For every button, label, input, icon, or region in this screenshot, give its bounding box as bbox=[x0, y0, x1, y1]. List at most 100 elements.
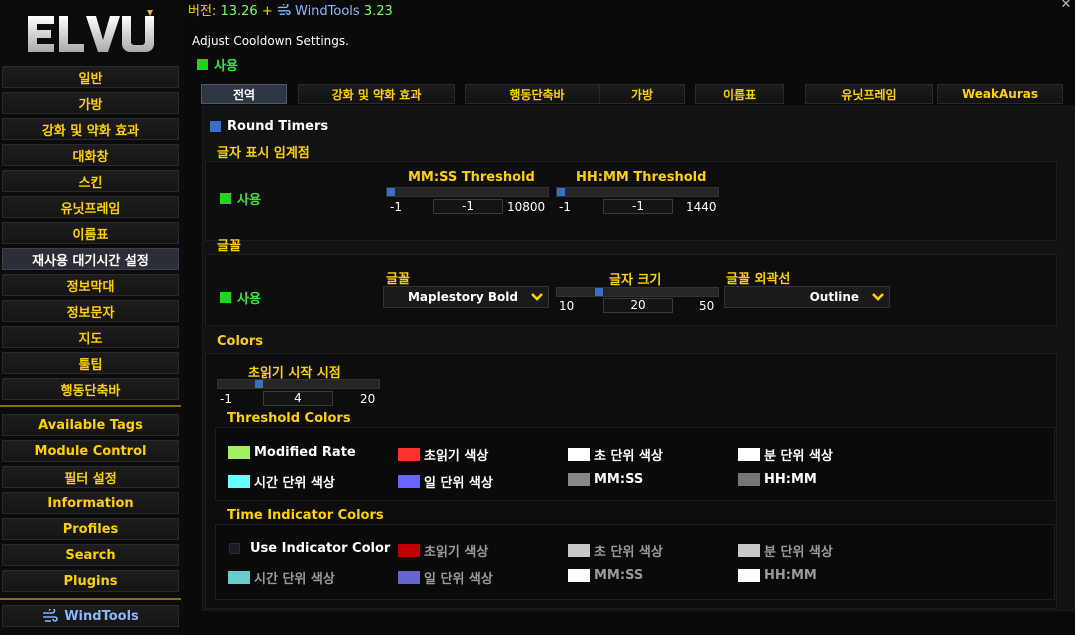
checkbox-checked-icon bbox=[197, 59, 208, 70]
colors-section-title: Colors bbox=[217, 334, 264, 349]
color-swatch[interactable] bbox=[398, 571, 420, 584]
slider-thumb[interactable] bbox=[557, 188, 565, 196]
expire-threshold-input[interactable]: 4 bbox=[263, 391, 333, 406]
color-swatch[interactable] bbox=[228, 571, 250, 584]
tab[interactable]: WeakAuras bbox=[937, 84, 1063, 104]
sidebar-item[interactable]: 유닛프레임 bbox=[2, 196, 179, 218]
color-swatch[interactable] bbox=[568, 448, 590, 461]
sidebar-item-label: 정보문자 bbox=[66, 305, 115, 321]
slider-min: -1 bbox=[559, 200, 571, 214]
threshold-colors-title: Threshold Colors bbox=[227, 411, 351, 426]
sidebar-item[interactable]: 일반 bbox=[2, 66, 179, 88]
sidebar-item[interactable]: 정보문자 bbox=[2, 300, 179, 322]
sidebar-item[interactable]: 정보막대 bbox=[2, 274, 179, 296]
tab[interactable]: 이름표 bbox=[695, 84, 784, 104]
checkbox-label: 사용 bbox=[237, 193, 261, 208]
sidebar-item[interactable]: 강화 및 약화 효과 bbox=[2, 118, 179, 140]
color-swatch-row[interactable]: HH:MM bbox=[738, 568, 817, 583]
font-enable-checkbox[interactable]: 사용 bbox=[220, 288, 261, 307]
sidebar-item-label: 강화 및 약화 효과 bbox=[41, 123, 140, 139]
mmss-threshold-input[interactable]: -1 bbox=[433, 199, 503, 214]
sidebar-item-label: 지도 bbox=[78, 331, 103, 347]
use-indicator-color-checkbox[interactable]: Use Indicator Color bbox=[229, 541, 390, 556]
slider-max: 50 bbox=[699, 299, 715, 313]
color-swatch[interactable] bbox=[738, 569, 760, 582]
color-swatch-row[interactable]: 초 단위 색상 bbox=[568, 445, 663, 464]
global-enable-checkbox[interactable]: 사용 bbox=[197, 55, 238, 74]
sidebar-item[interactable]: 지도 bbox=[2, 326, 179, 348]
color-swatch-row[interactable]: 일 단위 색상 bbox=[398, 568, 493, 587]
close-icon[interactable]: ✕ bbox=[1059, 0, 1073, 12]
sidebar-item-label: 유닛프레임 bbox=[60, 201, 121, 217]
sidebar-item[interactable]: 가방 bbox=[2, 92, 179, 114]
chevron-down-icon bbox=[872, 293, 884, 301]
color-swatch-row[interactable]: Modified Rate bbox=[228, 445, 356, 460]
slider-min: -1 bbox=[390, 200, 402, 214]
font-size-slider[interactable] bbox=[556, 287, 719, 297]
font-outline-dropdown[interactable]: Outline bbox=[724, 286, 890, 308]
color-swatch-row[interactable]: MM:SS bbox=[568, 472, 643, 487]
tab-label: 강화 및 약화 효과 bbox=[331, 87, 422, 102]
slider-min: 10 bbox=[559, 299, 575, 313]
sidebar-item[interactable]: Available Tags bbox=[2, 414, 179, 436]
sidebar-item[interactable]: 행동단축바 bbox=[2, 378, 179, 400]
hhmm-threshold-input[interactable]: -1 bbox=[603, 199, 673, 214]
color-swatch-row[interactable]: 일 단위 색상 bbox=[398, 472, 493, 491]
elvui-version: 13.26 bbox=[220, 4, 258, 19]
tab[interactable]: 유닛프레임 bbox=[805, 84, 933, 104]
color-swatch-label: 분 단위 색상 bbox=[764, 545, 833, 560]
sidebar-item[interactable]: 이름표 bbox=[2, 222, 179, 244]
color-swatch-row[interactable]: MM:SS bbox=[568, 568, 643, 583]
color-swatch[interactable] bbox=[738, 473, 760, 486]
sidebar-item[interactable]: Plugins bbox=[2, 570, 179, 592]
slider-thumb[interactable] bbox=[255, 380, 263, 388]
slider-thumb[interactable] bbox=[595, 288, 603, 296]
sidebar-item-windtools[interactable]: WindTools bbox=[2, 605, 179, 627]
slider-max: 10800 bbox=[507, 200, 546, 214]
color-swatch-row[interactable]: 초읽기 색상 bbox=[398, 541, 488, 560]
sidebar-item[interactable]: 재사용 대기시간 설정 bbox=[2, 248, 179, 270]
sidebar-item[interactable]: Profiles bbox=[2, 518, 179, 540]
tab[interactable]: 가방 bbox=[599, 84, 685, 104]
sidebar-item[interactable]: 대화창 bbox=[2, 144, 179, 166]
hhmm-threshold-slider[interactable] bbox=[556, 187, 719, 197]
color-swatch-row[interactable]: 분 단위 색상 bbox=[738, 541, 833, 560]
sidebar-item[interactable]: 툴팁 bbox=[2, 352, 179, 374]
color-swatch[interactable] bbox=[738, 544, 760, 557]
color-swatch[interactable] bbox=[568, 544, 590, 557]
color-swatch-row[interactable]: 초읽기 색상 bbox=[398, 445, 488, 464]
tab[interactable]: 행동단축바 bbox=[465, 84, 609, 104]
font-size-input[interactable]: 20 bbox=[603, 298, 673, 313]
slider-max: 20 bbox=[360, 392, 376, 406]
elvui-logo bbox=[28, 10, 154, 52]
round-timers-checkbox[interactable]: Round Timers bbox=[210, 119, 328, 134]
sidebar-item[interactable]: Information bbox=[2, 492, 179, 514]
sidebar-item[interactable]: 스킨 bbox=[2, 170, 179, 192]
color-swatch-row[interactable]: 시간 단위 색상 bbox=[228, 568, 335, 587]
sidebar-item[interactable]: Module Control bbox=[2, 440, 179, 462]
color-swatch[interactable] bbox=[568, 473, 590, 486]
mmss-threshold-slider[interactable] bbox=[386, 187, 549, 197]
tab[interactable]: 전역 bbox=[201, 84, 287, 104]
slider-thumb[interactable] bbox=[387, 188, 395, 196]
color-swatch[interactable] bbox=[228, 446, 250, 459]
color-swatch[interactable] bbox=[738, 448, 760, 461]
tab[interactable]: 강화 및 약화 효과 bbox=[298, 84, 455, 104]
font-dropdown[interactable]: Maplestory Bold bbox=[383, 286, 549, 308]
sidebar-item-label: Profiles bbox=[62, 521, 119, 537]
sidebar-item[interactable]: 필터 설정 bbox=[2, 466, 179, 488]
color-swatch[interactable] bbox=[398, 544, 420, 557]
color-swatch-row[interactable]: 분 단위 색상 bbox=[738, 445, 833, 464]
color-swatch-row[interactable]: 초 단위 색상 bbox=[568, 541, 663, 560]
color-swatch[interactable] bbox=[398, 475, 420, 488]
sidebar-item[interactable]: Search bbox=[2, 544, 179, 566]
expire-threshold-slider[interactable] bbox=[217, 379, 380, 389]
color-swatch[interactable] bbox=[568, 569, 590, 582]
color-swatch-label: MM:SS bbox=[594, 568, 644, 583]
color-swatch-row[interactable]: HH:MM bbox=[738, 472, 817, 487]
color-swatch[interactable] bbox=[398, 448, 420, 461]
threshold-enable-checkbox[interactable]: 사용 bbox=[220, 189, 261, 208]
color-swatch[interactable] bbox=[228, 475, 250, 488]
color-swatch-label: HH:MM bbox=[764, 568, 817, 583]
color-swatch-row[interactable]: 시간 단위 색상 bbox=[228, 472, 335, 491]
